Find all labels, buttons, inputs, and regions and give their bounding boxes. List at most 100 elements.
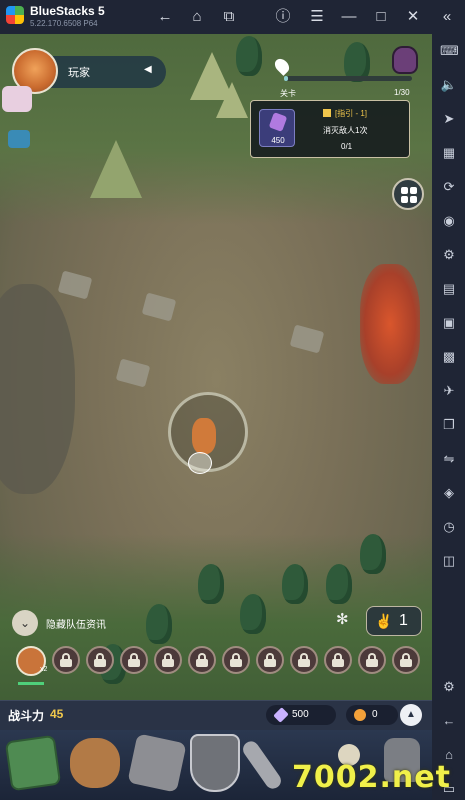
menu-icon[interactable]: ☰ [306, 6, 328, 28]
minimize-icon[interactable]: — [338, 6, 360, 28]
chevron-down-icon[interactable]: ⌄ [12, 610, 38, 636]
rabbit-speed-icon[interactable]: ✻ [336, 610, 349, 628]
grid-icon [410, 196, 417, 203]
locked-team-slot[interactable] [120, 646, 148, 674]
lock-icon [332, 653, 344, 667]
quest-reward-icon: 450 [259, 109, 295, 147]
coin-count: 0 [372, 709, 378, 720]
gem-count: 500 [292, 709, 309, 720]
locked-team-slot[interactable] [256, 646, 284, 674]
multi-instance-icon[interactable]: ❐ [440, 416, 458, 434]
tree [360, 534, 386, 574]
keyboard-controls-icon[interactable]: ⌨ [440, 42, 459, 60]
gem-icon [268, 112, 288, 132]
quest-progress: 0/1 [341, 142, 353, 151]
gem-counter[interactable]: 500 [266, 705, 336, 725]
tree [240, 594, 266, 634]
lock-icon [230, 653, 242, 667]
combat-power-label: 战斗力 [8, 709, 45, 723]
app-name: BlueStacks 5 [30, 4, 105, 18]
collapse-sidebar-icon[interactable]: « [436, 6, 458, 28]
volume-icon[interactable]: 🔈 [440, 76, 458, 94]
keymap-icon[interactable]: ▦ [440, 144, 458, 162]
sync-icon[interactable]: ◷ [440, 518, 458, 536]
stone [57, 270, 93, 300]
boss-icon [392, 46, 418, 74]
collapse-arrow-icon[interactable]: ◀ [144, 64, 152, 75]
locked-team-slot[interactable] [86, 646, 114, 674]
stage-progress-fill [284, 76, 289, 81]
settings-icon[interactable]: ⚙ [440, 678, 458, 696]
close-icon[interactable]: ✕ [402, 6, 424, 28]
speed-button[interactable]: ✌ 1 [366, 606, 422, 636]
quest-description: 消灭敌人1次 [323, 126, 368, 135]
battle-shield-icon[interactable] [190, 734, 240, 792]
lock-icon [264, 653, 276, 667]
hero-multiplier: x2 [40, 666, 48, 673]
coin-counter[interactable]: 0 [346, 705, 398, 725]
apk-install-icon[interactable]: ▤ [440, 280, 458, 298]
coin-icon [354, 709, 366, 721]
locked-team-slot[interactable] [392, 646, 420, 674]
locked-team-slot[interactable] [188, 646, 216, 674]
android-back-icon[interactable]: ← [440, 712, 458, 730]
title-bar: BlueStacks 5 5.22.170.6508 P64 ← ⌂ ⧉ ⓘ ☰… [0, 0, 465, 34]
chat-icon[interactable] [8, 130, 30, 148]
macro-icon[interactable]: ⚙ [440, 246, 458, 264]
bag-icon[interactable] [70, 738, 120, 788]
screenshot-icon[interactable]: ▣ [440, 314, 458, 332]
locked-team-slot[interactable] [290, 646, 318, 674]
home-icon[interactable]: ⌂ [186, 6, 208, 28]
speed-value: 1 [399, 612, 408, 629]
hero-hp-bar [18, 682, 44, 685]
emulator-sidebar: ⌨ 🔈 ➤ ▦ ⟳ ◉ ⚙ ▤ ▣ ▩ ✈ ❐ ⇋ ◈ ◷ ◫ ⚙ ← ⌂ ▭ [432, 34, 465, 800]
app-version: 5.22.170.6508 P64 [30, 19, 98, 28]
tent [216, 82, 248, 118]
tent [90, 140, 142, 198]
lock-icon [400, 653, 412, 667]
bluestacks-logo-icon [6, 6, 24, 24]
locked-team-slot[interactable] [154, 646, 182, 674]
multi-window-icon[interactable]: ⧉ [218, 6, 240, 28]
locked-team-slot[interactable] [222, 646, 250, 674]
shake-icon[interactable]: ⇋ [440, 450, 458, 468]
locked-team-slot[interactable] [358, 646, 386, 674]
cards-icon[interactable] [4, 734, 62, 792]
joystick-knob[interactable] [188, 452, 212, 474]
expand-up-icon[interactable]: ▲ [400, 704, 422, 726]
hide-team-info-label[interactable]: 隐藏队伍资讯 [46, 616, 106, 631]
back-arrow-icon[interactable]: ← [154, 6, 176, 28]
sidebar-toggle-icon[interactable]: ◫ [440, 552, 458, 570]
lock-icon [128, 653, 140, 667]
camera-icon[interactable]: ◉ [440, 212, 458, 230]
help-icon[interactable]: ⓘ [272, 6, 294, 28]
quest-reward-amount: 450 [271, 136, 285, 145]
tree [236, 36, 262, 76]
stage-label: 关卡 [280, 89, 296, 98]
maximize-icon[interactable]: □ [370, 6, 392, 28]
combat-power-value: 45 [50, 707, 64, 721]
quest-tag: [指引 - 1] [335, 109, 368, 118]
relic-icon[interactable] [127, 733, 187, 793]
rotate-icon[interactable]: ⟳ [440, 178, 458, 196]
hand-icon: ✌ [375, 613, 393, 629]
stone [289, 324, 325, 354]
hero-character[interactable] [192, 418, 216, 454]
gem-icon [273, 707, 289, 723]
locked-team-slot[interactable] [52, 646, 80, 674]
lava-crack [360, 264, 420, 384]
stone [115, 358, 151, 388]
companion-avatar[interactable] [2, 86, 32, 112]
grid-menu-button[interactable] [392, 178, 424, 210]
quest-card[interactable]: 450 [指引 - 1] 消灭敌人1次 0/1 [250, 100, 410, 158]
airplane-icon[interactable]: ✈ [440, 382, 458, 400]
eco-mode-icon[interactable]: ◈ [440, 484, 458, 502]
cursor-icon[interactable]: ➤ [440, 110, 458, 128]
tree [198, 564, 224, 604]
tree [146, 604, 172, 644]
emulator-window: BlueStacks 5 5.22.170.6508 P64 ← ⌂ ⧉ ⓘ ☰… [0, 0, 465, 800]
lock-icon [162, 653, 174, 667]
locked-team-slot[interactable] [324, 646, 352, 674]
media-folder-icon[interactable]: ▩ [440, 348, 458, 366]
grid-icon [401, 187, 408, 194]
